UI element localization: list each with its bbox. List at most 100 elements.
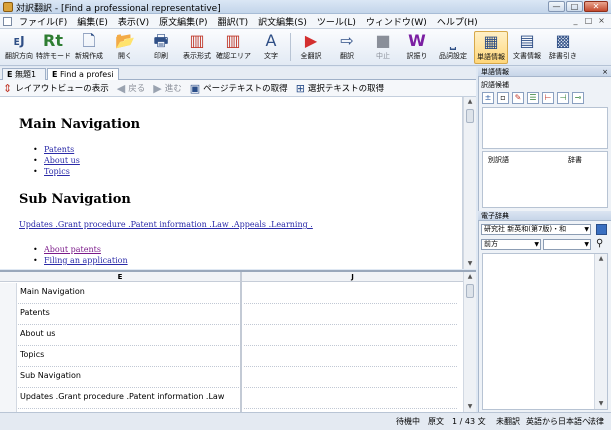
sub-navigation-links[interactable]: Updates .Grant procedure .Patent informa…	[19, 220, 313, 229]
stop-button[interactable]: ■ 中止	[366, 31, 400, 64]
print-button[interactable]: 🖶 印刷	[144, 31, 178, 64]
search-input[interactable]: ▼	[543, 239, 591, 250]
pin-both-icon[interactable]: ⊸	[572, 92, 584, 104]
page-icon[interactable]: ▫	[497, 92, 509, 104]
target-row[interactable]	[244, 346, 457, 367]
dictionary-lookup-icon: ▩	[555, 31, 571, 50]
text-button[interactable]: A 文字	[254, 31, 288, 64]
dictionary-book-icon[interactable]	[596, 224, 607, 235]
search-mode-select[interactable]: 前方 ▼	[481, 239, 541, 250]
link-patents[interactable]: Patents	[44, 145, 74, 154]
menu-target-edit[interactable]: 訳文編集(S)	[253, 15, 312, 28]
sub-navigation-heading: Sub Navigation	[19, 192, 131, 207]
new-file-button[interactable]: 🗋 新規作成	[72, 31, 106, 64]
mdi-minimize-button[interactable]: _	[570, 16, 581, 26]
menu-translate[interactable]: 翻訳(T)	[213, 15, 254, 28]
get-selection-button[interactable]: ⊞ 選択テキストの取得	[296, 82, 384, 95]
source-row[interactable]: Updates .Grant procedure .Patent informa…	[18, 388, 239, 409]
translate-direction-button[interactable]: ᴇJ 翻訳方向	[2, 31, 36, 64]
grid-scrollbar[interactable]: ▲ ▼	[463, 272, 476, 412]
target-row[interactable]	[244, 304, 457, 325]
text-label: 文字	[264, 52, 278, 60]
scroll-thumb[interactable]	[466, 109, 474, 123]
link-filing-application[interactable]: Filing an application	[44, 256, 128, 265]
scroll-up-arrow[interactable]: ▲	[595, 254, 607, 264]
chevron-down-icon: ▼	[584, 226, 589, 233]
pin-left-icon[interactable]: ⊢	[542, 92, 554, 104]
confirm-area-button[interactable]: ▥ 確認エリア	[216, 31, 251, 64]
main-navigation-heading: Main Navigation	[19, 117, 141, 132]
display-format-button[interactable]: ▥ 表示形式	[180, 31, 214, 64]
binoculars-icon[interactable]: ⚲	[596, 238, 603, 249]
add-icon[interactable]: ±	[482, 92, 494, 104]
back-button[interactable]: ◀ 戻る	[117, 82, 145, 95]
dictionary-lookup-button[interactable]: ▩ 辞書引き	[546, 31, 580, 64]
source-row[interactable]: Topics	[18, 346, 239, 367]
menu-source-edit[interactable]: 原文編集(P)	[154, 15, 212, 28]
link-about-us[interactable]: About us	[44, 156, 80, 165]
scroll-up-arrow[interactable]: ▲	[464, 272, 476, 282]
pin-right-icon[interactable]: ⊣	[557, 92, 569, 104]
link-about-patents[interactable]: About patents	[44, 245, 101, 254]
target-row[interactable]	[244, 283, 457, 304]
special-mode-button[interactable]: Rt 特許モード	[36, 31, 71, 64]
mdi-close-button[interactable]: ×	[596, 16, 607, 26]
source-row[interactable]: Patents	[18, 304, 239, 325]
source-row[interactable]: Main Navigation	[18, 283, 239, 304]
sentence-info-button[interactable]: ▤ 文書情報	[510, 31, 544, 64]
menu-window[interactable]: ウィンドウ(W)	[361, 15, 432, 28]
list-icon[interactable]: ☰	[527, 92, 539, 104]
candidate-area[interactable]	[482, 107, 608, 149]
scroll-down-arrow[interactable]: ▼	[464, 259, 476, 269]
menu-help[interactable]: ヘルプ(H)	[432, 15, 483, 28]
tab-untitled[interactable]: E 無題1	[2, 68, 46, 80]
dictionary-scrollbar[interactable]: ▲ ▼	[594, 254, 607, 409]
printer-icon: 🖶	[153, 31, 169, 50]
open-button[interactable]: 📂 開く	[108, 31, 142, 64]
menu-edit[interactable]: 編集(E)	[72, 15, 113, 28]
source-row[interactable]: About us	[18, 325, 239, 346]
scroll-thumb[interactable]	[466, 284, 474, 298]
panel-close-icon[interactable]: ×	[602, 67, 608, 77]
dictionary-select[interactable]: 研究社 新英和(第7版)・和 ▼	[481, 224, 591, 235]
alt-translation-list[interactable]: 別訳語 辞書	[482, 151, 608, 208]
menu-view[interactable]: 表示(V)	[113, 15, 154, 28]
tab-find-professional[interactable]: E Find a profesi	[47, 68, 119, 80]
menu-tools[interactable]: ツール(L)	[312, 15, 361, 28]
get-page-text-icon: ▣	[189, 81, 201, 95]
close-button[interactable]: ✕	[584, 1, 608, 12]
target-row[interactable]	[244, 388, 457, 409]
maximize-button[interactable]: □	[566, 1, 583, 12]
mdi-restore-button[interactable]: □	[583, 16, 594, 26]
alternative-button[interactable]: W 訳振り	[400, 31, 434, 64]
document-icon[interactable]	[3, 17, 12, 26]
menu-file[interactable]: ファイル(F)	[14, 15, 72, 28]
get-page-text-button[interactable]: ▣ ページテキストの取得	[190, 82, 288, 95]
confirm-area-label: 確認エリア	[216, 52, 251, 60]
link-topics[interactable]: Topics	[44, 167, 70, 176]
search-mode-value: 前方	[484, 240, 498, 248]
scroll-down-arrow[interactable]: ▼	[595, 399, 607, 409]
quality-setting-button[interactable]: ⎵ 品詞設定	[436, 31, 470, 64]
translate-button[interactable]: ⇨ 翻訳	[330, 31, 364, 64]
forward-button[interactable]: ▶ 進む	[153, 82, 181, 95]
word-info-label: 単語情報	[477, 53, 505, 61]
edit-icon[interactable]: ✎	[512, 92, 524, 104]
minimize-button[interactable]: —	[548, 1, 565, 12]
status-translation-state: 未翻訳	[496, 417, 520, 426]
dictionary-result-area[interactable]: ▲ ▼	[482, 253, 608, 410]
quality-setting-icon: ⎵	[449, 31, 457, 50]
browser-pane: Main Navigation • Patents • About us • T…	[0, 97, 463, 269]
target-row[interactable]	[244, 325, 457, 346]
new-file-icon: 🗋	[82, 31, 96, 50]
source-row[interactable]: Sub Navigation	[18, 367, 239, 388]
browser-scrollbar[interactable]: ▲ ▼	[463, 97, 476, 269]
column-splitter[interactable]	[240, 272, 242, 412]
word-info-icon: ▦	[483, 32, 499, 51]
word-info-button[interactable]: ▦ 単語情報	[474, 31, 508, 64]
target-row[interactable]	[244, 367, 457, 388]
layout-view-button[interactable]: ⇕ レイアウトビューの表示	[3, 82, 109, 95]
translate-all-button[interactable]: ▶ 全翻訳	[294, 31, 328, 64]
scroll-up-arrow[interactable]: ▲	[464, 97, 476, 107]
scroll-down-arrow[interactable]: ▼	[464, 402, 476, 412]
